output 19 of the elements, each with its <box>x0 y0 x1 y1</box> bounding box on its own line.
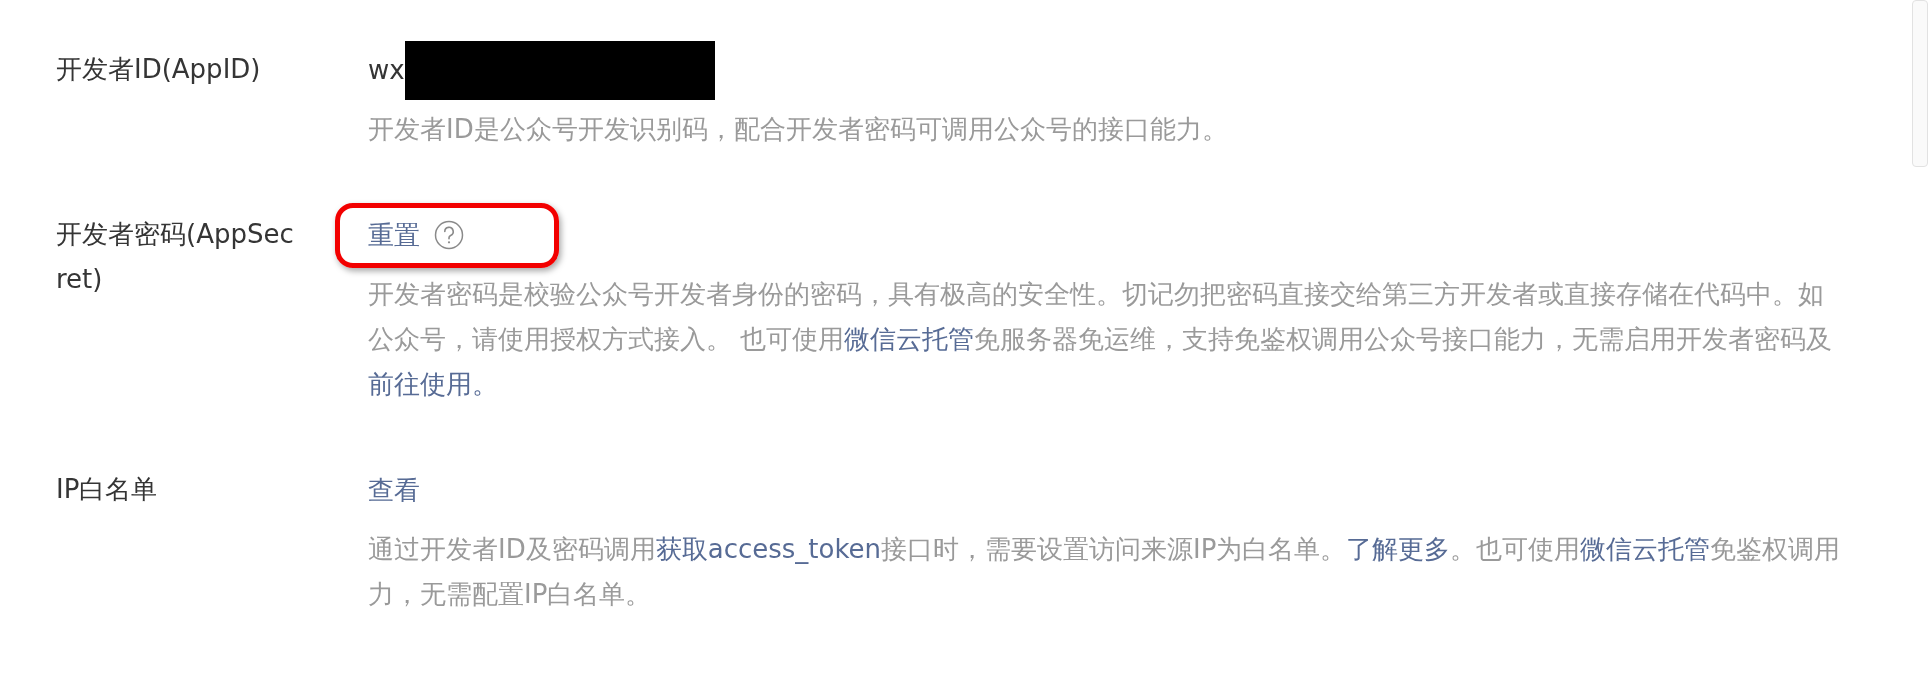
description-text: 通过开发者ID及密码调用获取access_token接口时，需要设置访问来源IP为白名单。了解更多。也可使用微信云托管免鉴权调用 <box>368 533 1841 566</box>
help-icon[interactable] <box>434 220 464 250</box>
description-link[interactable]: 获取access_token <box>655 534 882 564</box>
description-text: 公众号，请使用授权方式接入。 也可使用微信云托管免服务器免运维，支持免鉴权调用公众号接口能力，无需启用开发者密码及 <box>368 323 1833 356</box>
scrollbar[interactable] <box>1912 0 1928 167</box>
field-label: 开发者ID(AppID) <box>56 53 261 86</box>
description-link[interactable]: 微信云托管 <box>844 324 975 354</box>
description-link[interactable]: 了解更多 <box>1346 534 1451 564</box>
description-text: 力，无需配置IP白名单。 <box>368 578 652 611</box>
field-label: ret) <box>56 263 103 296</box>
field-value: wx <box>368 55 405 85</box>
description-link[interactable]: 前往使用。 <box>368 362 498 407</box>
description-text: 开发者ID是公众号开发识别码，配合开发者密码可调用公众号的接口能力。 <box>368 113 1228 146</box>
description-link[interactable]: 微信云托管 <box>1580 534 1711 564</box>
field-label: IP白名单 <box>56 473 158 506</box>
action-link[interactable]: 查看 <box>368 472 420 508</box>
action-link[interactable]: 重置 <box>368 217 420 253</box>
description-text: 开发者密码是校验公众号开发者身份的密码，具有极高的安全性。切记勿把密码直接交给第三方开发者或直接存储在代码中。如 <box>368 278 1824 311</box>
field-label: 开发者密码(AppSec <box>56 218 294 251</box>
